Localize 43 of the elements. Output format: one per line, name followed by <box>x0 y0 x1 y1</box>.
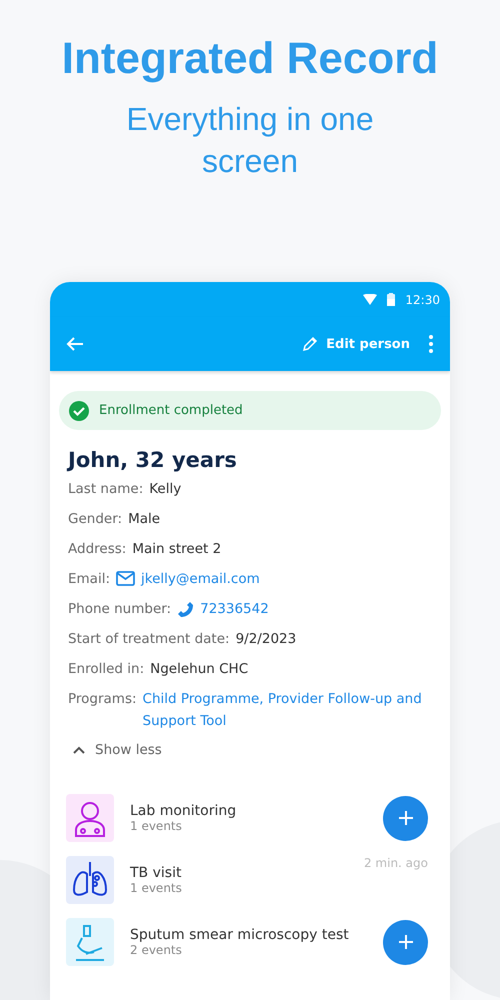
field-label: Enrolled in: <box>68 660 144 679</box>
event-count: 1 events <box>130 819 183 833</box>
field-value: Kelly <box>149 480 182 499</box>
battery-icon <box>387 293 396 306</box>
headline: Integrated Record <box>62 34 438 84</box>
field-link[interactable]: Child Programme, Provider Follow-up and Support Tool <box>142 688 432 732</box>
field-value: Male <box>128 510 160 529</box>
pencil-icon <box>302 336 318 352</box>
add-event-button[interactable] <box>383 796 428 840</box>
person-name: John, 32 years <box>68 448 238 472</box>
field-label: Start of treatment date: <box>68 630 230 649</box>
stage-name: TB visit <box>130 865 182 881</box>
banner-text: Enrollment completed <box>99 403 243 418</box>
chevron-up-icon <box>73 746 85 754</box>
field-label: Last name: <box>68 480 144 499</box>
plus-icon <box>398 810 414 826</box>
check-circle-icon <box>69 400 89 420</box>
field-link[interactable]: jkelly@email.com <box>141 568 260 590</box>
stage-name: Sputum smear microscopy test <box>130 927 350 943</box>
phone-icon <box>177 601 194 618</box>
field-link[interactable]: 72336542 <box>200 598 269 620</box>
add-event-button[interactable] <box>383 920 428 964</box>
field-label: Programs: <box>68 690 137 709</box>
back-arrow-icon[interactable] <box>66 336 84 352</box>
field-value: Ngelehun CHC <box>150 660 248 679</box>
field-value: Main street 2 <box>132 540 222 559</box>
field-label: Email: <box>68 570 110 589</box>
wifi-icon <box>363 294 378 306</box>
field-label: Address: <box>68 540 126 559</box>
show-less-button[interactable]: Show less <box>73 742 162 758</box>
plus-icon <box>398 934 414 950</box>
event-count: 2 events <box>130 943 183 957</box>
field-label: Phone number: <box>68 600 172 619</box>
field-label: Gender: <box>68 510 122 529</box>
stage-name: Lab monitoring <box>130 803 238 819</box>
subheadline: Everything in one screen <box>125 100 375 181</box>
more-options-icon[interactable] <box>428 335 434 353</box>
mail-icon <box>116 571 136 586</box>
status-time: 12:30 <box>405 292 440 306</box>
field-value: 9/2/2023 <box>236 630 296 649</box>
last-update-time: 2 min. ago <box>364 856 428 870</box>
event-count: 1 events <box>130 881 183 895</box>
edit-person-button[interactable]: Edit person <box>302 336 410 352</box>
